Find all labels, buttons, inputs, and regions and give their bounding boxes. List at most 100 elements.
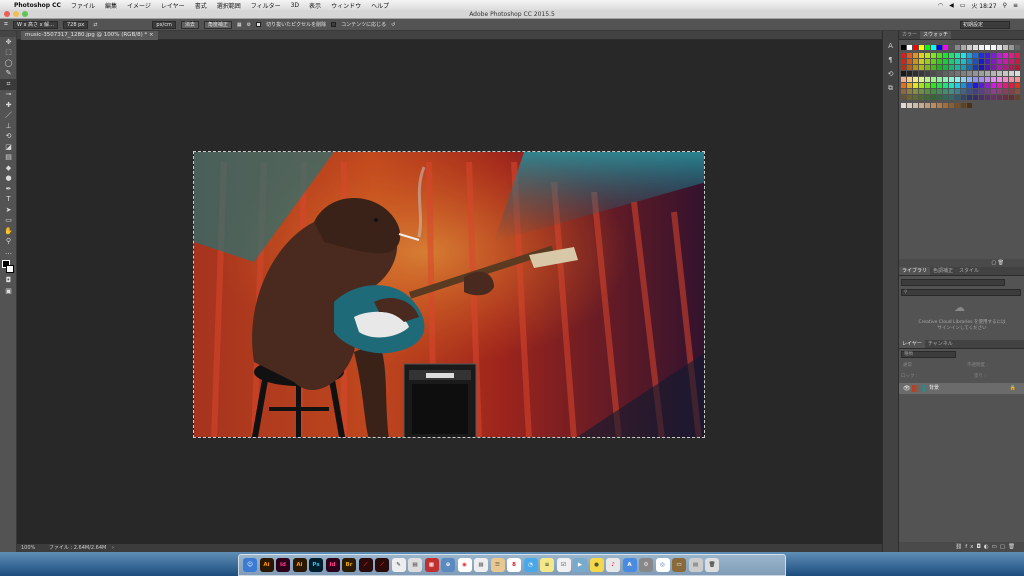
swatch[interactable] (955, 65, 960, 70)
eraser-tool-icon[interactable]: ◪ (0, 142, 17, 153)
swatch[interactable] (931, 53, 936, 58)
zoom-level[interactable]: 100% (21, 545, 35, 551)
library-search-input[interactable]: ⚲ (901, 289, 1021, 296)
pdf-app-icon[interactable]: ▦ (424, 558, 439, 572)
swatch[interactable] (979, 45, 984, 50)
swatch[interactable] (919, 53, 924, 58)
swatch[interactable] (985, 83, 990, 88)
swatch[interactable] (925, 95, 930, 100)
reminders-icon[interactable]: ☑ (556, 558, 571, 572)
zoom-window-button[interactable] (22, 11, 28, 17)
swatch[interactable] (901, 71, 906, 76)
history-brush-tool-icon[interactable]: ⟲ (0, 132, 17, 143)
swatch[interactable] (1009, 65, 1014, 70)
swatch[interactable] (985, 59, 990, 64)
swap-icon[interactable]: ⇄ (93, 22, 97, 28)
duck-app-icon[interactable]: ● (589, 558, 604, 572)
swatch[interactable] (973, 95, 978, 100)
swatch[interactable] (907, 83, 912, 88)
swatch[interactable] (979, 89, 984, 94)
swatch[interactable] (961, 65, 966, 70)
menu-layer[interactable]: レイヤー (161, 1, 185, 10)
swatch[interactable] (1003, 53, 1008, 58)
swatch[interactable] (937, 83, 942, 88)
swatch[interactable] (919, 83, 924, 88)
swatch[interactable] (961, 77, 966, 82)
reset-icon[interactable]: ↺ (391, 22, 395, 28)
swatch[interactable] (991, 45, 996, 50)
swatch[interactable] (997, 89, 1002, 94)
swatch[interactable] (901, 59, 906, 64)
color-picker[interactable] (0, 258, 16, 276)
swatch[interactable] (901, 45, 906, 50)
crop-settings-icon[interactable]: ⚙ (247, 22, 251, 28)
swatch[interactable] (937, 77, 942, 82)
swatch[interactable] (955, 89, 960, 94)
swatch[interactable] (937, 59, 942, 64)
swatch[interactable] (985, 77, 990, 82)
swatch[interactable] (949, 77, 954, 82)
swatch[interactable] (913, 65, 918, 70)
swatch[interactable] (1009, 83, 1014, 88)
swatch[interactable] (1009, 89, 1014, 94)
swatch[interactable] (1015, 89, 1020, 94)
swatch[interactable] (937, 45, 942, 50)
swatch[interactable] (919, 45, 924, 50)
layer-row[interactable]: 👁 背景 🔒 (899, 383, 1024, 394)
swatch[interactable] (979, 65, 984, 70)
swatch[interactable] (937, 89, 942, 94)
swatch[interactable] (1003, 45, 1008, 50)
path-select-tool-icon[interactable]: ➤ (0, 205, 17, 216)
swatch[interactable] (913, 53, 918, 58)
swatch[interactable] (973, 89, 978, 94)
gradient-tool-icon[interactable]: ▤ (0, 153, 17, 164)
contacts-icon[interactable]: ☰ (490, 558, 505, 572)
swatch[interactable] (943, 65, 948, 70)
menu-type[interactable]: 書式 (195, 1, 207, 10)
swatch[interactable] (1009, 95, 1014, 100)
close-tab-icon[interactable]: × (149, 32, 154, 38)
properties-panel-icon[interactable]: ⧉ (883, 81, 898, 95)
swatch[interactable] (973, 53, 978, 58)
tab-channels[interactable]: チャンネル (925, 340, 956, 348)
calendar-date-icon[interactable]: 8 (507, 558, 521, 572)
swatch[interactable] (997, 77, 1002, 82)
swatch[interactable] (907, 89, 912, 94)
illustrator-icon[interactable]: Ai (259, 558, 274, 572)
swatch[interactable] (1009, 45, 1014, 50)
swatch[interactable] (997, 83, 1002, 88)
content-aware-checkbox[interactable] (331, 22, 337, 27)
swatch[interactable] (907, 53, 912, 58)
crop-tool-icon[interactable]: ⌗ (0, 79, 17, 90)
menu-window[interactable]: ウィンドウ (331, 1, 361, 10)
swatch[interactable] (1015, 95, 1020, 100)
quick-mask-icon[interactable]: ◘ (0, 276, 17, 287)
swatch[interactable] (907, 95, 912, 100)
swatch[interactable] (943, 83, 948, 88)
swatch[interactable] (1009, 59, 1014, 64)
swatch[interactable] (955, 83, 960, 88)
swatch[interactable] (961, 53, 966, 58)
swatch[interactable] (967, 89, 972, 94)
swatch[interactable] (961, 95, 966, 100)
delete-cropped-checkbox[interactable] (256, 22, 262, 27)
swatch[interactable] (973, 65, 978, 70)
swatch[interactable] (985, 95, 990, 100)
wifi-icon[interactable]: ◠ (938, 2, 943, 9)
swatch[interactable] (913, 95, 918, 100)
swatch[interactable] (937, 103, 942, 108)
straighten-button[interactable]: 角度補正 (203, 20, 232, 29)
spotlight-icon[interactable]: ⚲ (1003, 2, 1007, 9)
swatch[interactable] (919, 65, 924, 70)
new-layer-icon[interactable]: ▢ (1000, 544, 1008, 550)
swatch[interactable] (925, 71, 930, 76)
delete-layer-icon[interactable]: 🗑 (1008, 544, 1018, 550)
swatch[interactable] (943, 95, 948, 100)
background-color-swatch[interactable] (6, 264, 14, 273)
swatch[interactable] (931, 89, 936, 94)
quick-select-tool-icon[interactable]: ✎ (0, 69, 17, 80)
swatch[interactable] (931, 95, 936, 100)
swatch[interactable] (931, 83, 936, 88)
swatch[interactable] (919, 59, 924, 64)
close-window-button[interactable] (4, 11, 10, 17)
